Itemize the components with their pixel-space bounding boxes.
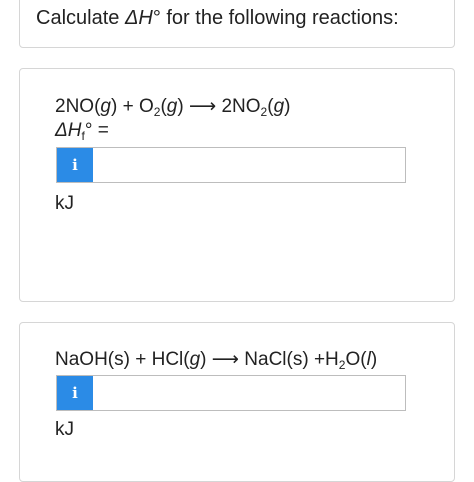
unit-label-2: kJ <box>55 419 74 440</box>
enthalpy-equals: ° = <box>84 120 109 141</box>
question-card-2: NaOH(s) + HCl(g) ⟶ NaCl(s) +H2O(l) i kJ <box>19 322 455 482</box>
reaction-part: O( <box>345 349 367 370</box>
answer-field-1: i <box>56 147 406 183</box>
reaction-part: ) ⟶ 2NO <box>177 96 261 117</box>
question-card-1: 2NO(g) + O2(g) ⟶ 2NO2(g) ΔHf° = i kJ <box>19 68 455 302</box>
reaction-state: g <box>100 96 111 117</box>
reaction-equation-2: NaOH(s) + HCl(g) ⟶ NaCl(s) +H2O(l) <box>55 348 377 372</box>
instruction-delta-h: ΔH <box>124 7 153 29</box>
enthalpy-label: ΔHf° = <box>55 120 109 143</box>
reaction-state: g <box>166 96 178 117</box>
reaction-part: ) + O <box>110 96 154 117</box>
reaction-part: NaOH(s) + HCl( <box>55 349 190 370</box>
info-icon[interactable]: i <box>57 148 93 182</box>
enthalpy-delta-h: ΔH <box>55 120 82 141</box>
reaction-part: ) ⟶ NaCl(s) +H <box>200 349 339 370</box>
reaction-part: ) <box>370 349 378 370</box>
unit-label-1: kJ <box>55 193 74 214</box>
instruction-text: Calculate ΔH° for the following reaction… <box>36 7 399 30</box>
answer-input-1[interactable] <box>93 148 405 182</box>
reaction-state: g <box>189 349 201 370</box>
instruction-prefix: Calculate <box>36 7 125 29</box>
reaction-state: g <box>273 96 285 117</box>
answer-field-2: i <box>56 375 406 411</box>
instruction-card: Calculate ΔH° for the following reaction… <box>19 0 455 48</box>
answer-input-2[interactable] <box>93 376 405 410</box>
reaction-part: ) <box>284 96 291 117</box>
reaction-part: 2NO( <box>55 96 101 117</box>
info-icon[interactable]: i <box>57 376 93 410</box>
reaction-equation-1: 2NO(g) + O2(g) ⟶ 2NO2(g) <box>55 95 290 119</box>
instruction-suffix: ° for the following reactions: <box>152 7 399 29</box>
